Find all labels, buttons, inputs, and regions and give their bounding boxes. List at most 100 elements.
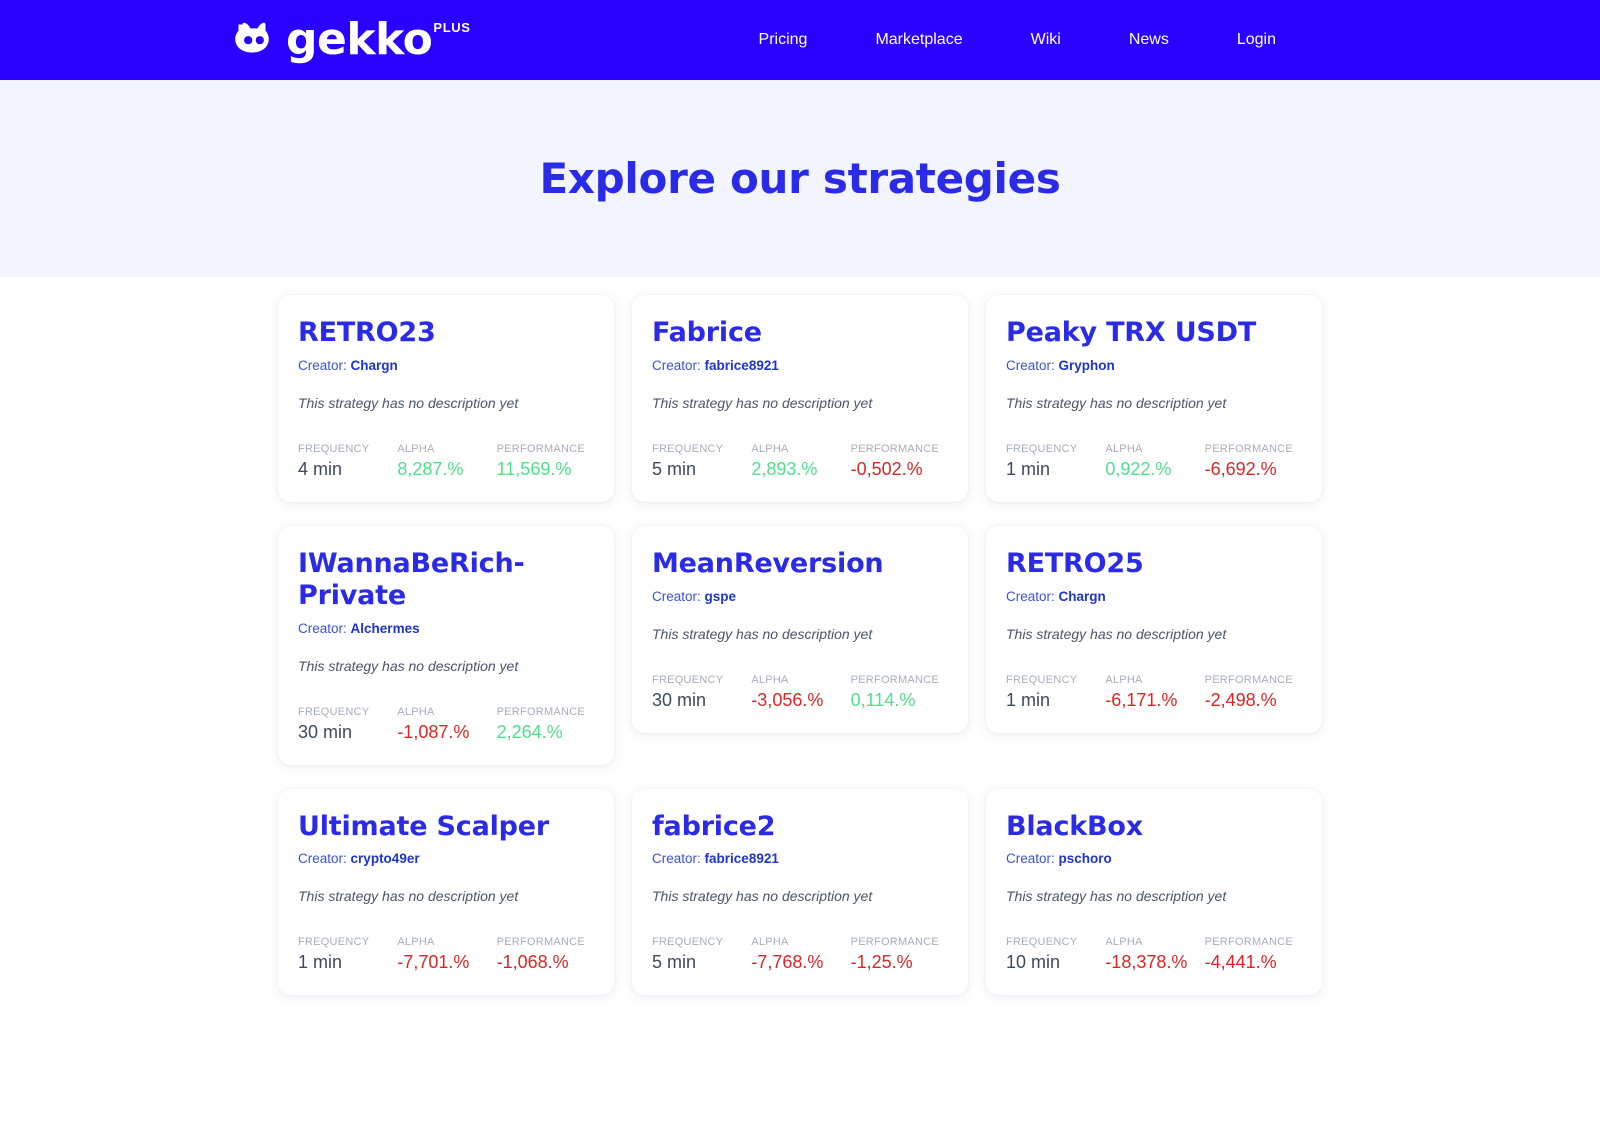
nav-link-marketplace[interactable]: Marketplace	[841, 32, 996, 48]
creator-name[interactable]: Alchermes	[351, 621, 420, 636]
stat-alpha: ALPHA -1,087.%	[397, 706, 496, 743]
stat-label-performance: PERFORMANCE	[1204, 442, 1293, 455]
strategy-title[interactable]: Fabrice	[652, 317, 948, 349]
stat-alpha: ALPHA -3,056.%	[751, 674, 850, 711]
stat-value-alpha: 0,922.%	[1105, 458, 1172, 479]
strategy-title[interactable]: fabrice2	[652, 811, 948, 843]
stat-value-performance: -2,498.%	[1204, 689, 1277, 710]
creator-name[interactable]: pschoro	[1059, 851, 1112, 866]
strategy-creator: Creator: Gryphon	[1006, 358, 1302, 373]
strategy-card[interactable]: Ultimate Scalper Creator: crypto49er Thi…	[278, 788, 614, 996]
stat-value-performance: -6,692.%	[1204, 458, 1277, 479]
stat-label-performance: PERFORMANCE	[496, 705, 585, 718]
stat-value-frequency: 5 min	[652, 458, 697, 479]
strategy-title[interactable]: IWannaBeRich-Private	[298, 548, 594, 612]
stat-label-frequency: FREQUENCY	[298, 936, 370, 949]
brand-name: gekko	[286, 14, 433, 65]
stat-value-performance: -0,502.%	[850, 458, 923, 479]
stat-performance: PERFORMANCE -2,498.%	[1205, 674, 1302, 711]
stat-label-alpha: ALPHA	[751, 936, 789, 949]
stat-value-alpha: -7,701.%	[397, 952, 470, 973]
creator-prefix-label: Creator:	[1006, 851, 1055, 867]
strategy-creator: Creator: gspe	[652, 589, 948, 604]
strategy-card[interactable]: Fabrice Creator: fabrice8921 This strate…	[632, 295, 968, 502]
stat-alpha: ALPHA 2,893.%	[751, 443, 850, 480]
creator-name[interactable]: Chargn	[351, 358, 398, 373]
strategy-card[interactable]: MeanReversion Creator: gspe This strateg…	[632, 525, 968, 733]
strategy-description: This strategy has no description yet	[298, 394, 519, 411]
stat-label-frequency: FREQUENCY	[1006, 673, 1078, 686]
stat-frequency: FREQUENCY 30 min	[298, 706, 397, 743]
stat-value-alpha: -18,378.%	[1105, 952, 1188, 973]
strategy-creator: Creator: Chargn	[1006, 589, 1302, 604]
stat-value-frequency: 1 min	[298, 952, 343, 973]
hero-section: Explore our strategies	[0, 80, 1600, 277]
page-title: Explore our strategies	[539, 154, 1061, 203]
creator-name[interactable]: crypto49er	[351, 851, 420, 866]
nav-link-login[interactable]: Login	[1203, 32, 1310, 48]
strategy-title[interactable]: RETRO25	[1006, 548, 1302, 580]
stat-alpha: ALPHA -7,701.%	[397, 936, 496, 973]
stat-frequency: FREQUENCY 10 min	[1006, 936, 1105, 973]
stat-performance: PERFORMANCE -1,25.%	[851, 936, 948, 973]
creator-name[interactable]: fabrice8921	[705, 358, 779, 373]
nav-link-wiki[interactable]: Wiki	[997, 32, 1095, 48]
stat-label-performance: PERFORMANCE	[850, 442, 939, 455]
creator-name[interactable]: Chargn	[1059, 589, 1106, 604]
strategy-title[interactable]: MeanReversion	[652, 548, 948, 580]
creator-name[interactable]: fabrice8921	[705, 851, 779, 866]
stat-value-alpha: -3,056.%	[751, 689, 824, 710]
top-navigation-bar: gekko PLUS Pricing Marketplace Wiki News…	[0, 0, 1600, 80]
strategy-stats: FREQUENCY 4 min ALPHA 8,287.% PERFORMANC…	[298, 443, 594, 480]
brand-superscript: PLUS	[433, 20, 471, 35]
strategy-title[interactable]: RETRO23	[298, 317, 594, 349]
stat-value-frequency: 5 min	[652, 952, 697, 973]
creator-prefix-label: Creator:	[298, 851, 347, 867]
strategy-card[interactable]: BlackBox Creator: pschoro This strategy …	[986, 788, 1322, 996]
stat-performance: PERFORMANCE -1,068.%	[497, 936, 594, 973]
stat-label-alpha: ALPHA	[397, 936, 435, 949]
creator-prefix-label: Creator:	[1006, 357, 1055, 373]
stat-alpha: ALPHA 8,287.%	[397, 443, 496, 480]
creator-prefix-label: Creator:	[652, 851, 701, 867]
strategy-stats: FREQUENCY 5 min ALPHA -7,768.% PERFORMAN…	[652, 936, 948, 973]
stat-frequency: FREQUENCY 5 min	[652, 443, 751, 480]
strategy-card[interactable]: fabrice2 Creator: fabrice8921 This strat…	[632, 788, 968, 996]
creator-name[interactable]: gspe	[705, 589, 737, 604]
strategy-card[interactable]: Peaky TRX USDT Creator: Gryphon This str…	[986, 295, 1322, 502]
stat-value-performance: 0,114.%	[850, 689, 916, 710]
nav-link-news[interactable]: News	[1095, 32, 1203, 48]
stat-frequency: FREQUENCY 1 min	[1006, 443, 1105, 480]
nav-links: Pricing Marketplace Wiki News Login	[725, 32, 1310, 48]
stat-value-alpha: 8,287.%	[397, 458, 464, 479]
stat-label-frequency: FREQUENCY	[298, 705, 370, 718]
strategy-creator: Creator: fabrice8921	[652, 358, 948, 373]
strategy-description: This strategy has no description yet	[1006, 888, 1227, 905]
strategy-title[interactable]: Peaky TRX USDT	[1006, 317, 1302, 349]
stat-value-alpha: 2,893.%	[751, 458, 818, 479]
strategy-creator: Creator: Alchermes	[298, 621, 594, 636]
brand-logo[interactable]: gekko PLUS	[232, 18, 471, 62]
strategy-title[interactable]: Ultimate Scalper	[298, 811, 594, 843]
stat-value-frequency: 1 min	[1006, 458, 1051, 479]
stat-performance: PERFORMANCE -6,692.%	[1205, 443, 1302, 480]
stat-label-frequency: FREQUENCY	[652, 442, 724, 455]
strategy-description: This strategy has no description yet	[298, 888, 519, 905]
stat-label-alpha: ALPHA	[751, 442, 789, 455]
strategy-stats: FREQUENCY 30 min ALPHA -1,087.% PERFORMA…	[298, 706, 594, 743]
stat-value-alpha: -6,171.%	[1105, 689, 1178, 710]
strategy-title[interactable]: BlackBox	[1006, 811, 1302, 843]
stat-label-frequency: FREQUENCY	[298, 442, 370, 455]
stat-label-frequency: FREQUENCY	[652, 936, 724, 949]
stat-label-frequency: FREQUENCY	[1006, 936, 1078, 949]
creator-name[interactable]: Gryphon	[1059, 358, 1115, 373]
stat-performance: PERFORMANCE -0,502.%	[851, 443, 948, 480]
stat-label-alpha: ALPHA	[751, 673, 789, 686]
strategy-card[interactable]: RETRO25 Creator: Chargn This strategy ha…	[986, 525, 1322, 733]
nav-link-pricing[interactable]: Pricing	[725, 32, 842, 48]
strategy-card[interactable]: IWannaBeRich-Private Creator: Alchermes …	[278, 525, 614, 765]
strategy-card[interactable]: RETRO23 Creator: Chargn This strategy ha…	[278, 295, 614, 502]
creator-prefix-label: Creator:	[298, 620, 347, 636]
stat-value-alpha: -7,768.%	[751, 952, 824, 973]
stat-label-alpha: ALPHA	[397, 442, 435, 455]
